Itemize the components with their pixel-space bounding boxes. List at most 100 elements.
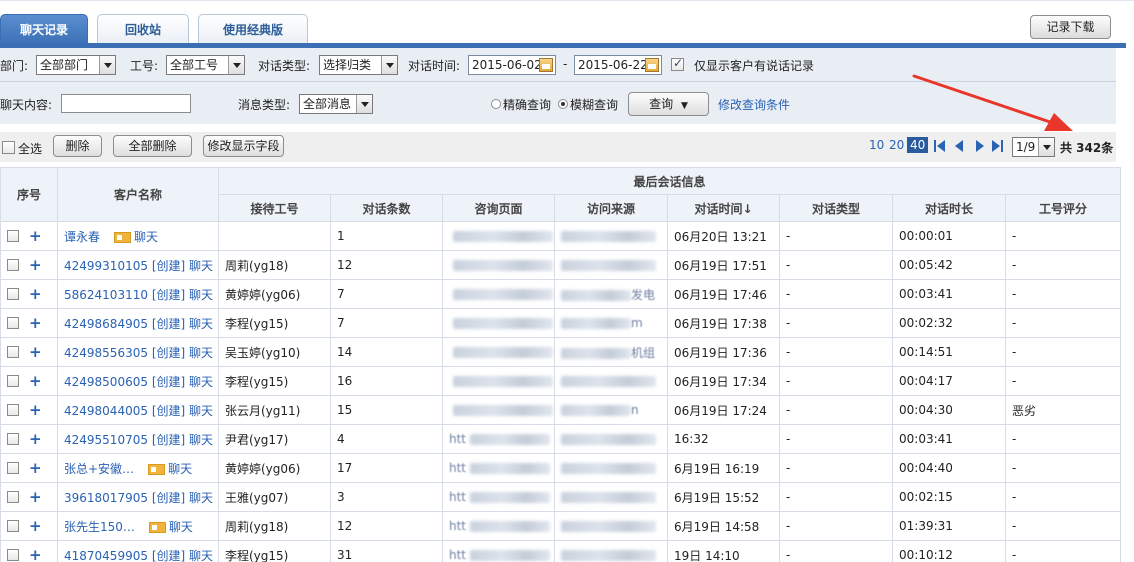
modify-fields-button[interactable]: 修改显示字段 (203, 135, 284, 157)
table-row[interactable]: +42495510705 [创建] 聊天 尹君(yg17) 4 htt 16:32 -00… (0, 424, 1122, 454)
chat-link[interactable]: 聊天 (189, 288, 213, 302)
customer-name-link[interactable]: 42495510705 (64, 433, 148, 447)
delete-button[interactable]: 删除 (53, 135, 102, 157)
expand-plus-icon[interactable]: + (29, 372, 42, 390)
first-page-icon[interactable] (934, 140, 946, 152)
download-records-button[interactable]: 记录下载 (1030, 15, 1111, 39)
last-page-icon[interactable] (992, 140, 1004, 152)
row-checkbox[interactable] (7, 549, 19, 561)
customer-name-link[interactable]: 41870459905 (64, 549, 148, 562)
table-row[interactable]: + 张先生150… 聊天 周莉(yg18) 12 htt 6月19日 14:58 -01:39… (0, 511, 1122, 541)
header-source[interactable]: 访问来源 (554, 194, 668, 222)
customer-name-link[interactable]: 张先生150… (64, 520, 135, 534)
tab-chat-records[interactable]: 聊天记录 (0, 14, 88, 45)
prev-page-icon[interactable] (953, 140, 965, 152)
page-cell[interactable]: htt (442, 511, 555, 541)
date-to-input[interactable]: 2015-06-22 (574, 55, 662, 75)
fuzzy-query-radio[interactable] (558, 99, 568, 109)
customer-name-link[interactable]: 张总+安徽… (64, 462, 134, 476)
table-row[interactable]: +39618017905 [创建] 聊天 王雅(yg07) 3 htt 6月19日 15… (0, 482, 1122, 512)
chat-link[interactable]: 聊天 (189, 549, 213, 562)
table-row[interactable]: +42498500605 [创建] 聊天 李程(yg15) 16 06月19日 17:… (0, 366, 1122, 396)
create-link[interactable]: [创建] (152, 433, 185, 447)
source-cell[interactable]: 机组 (554, 337, 668, 367)
chat-link[interactable]: 聊天 (189, 346, 213, 360)
chat-link[interactable]: 聊天 (189, 375, 213, 389)
create-link[interactable]: [创建] (152, 288, 185, 302)
tab-classic-version[interactable]: 使用经典版 (198, 14, 308, 45)
customer-name-link[interactable]: 42498500605 (64, 375, 148, 389)
create-link[interactable]: [创建] (152, 375, 185, 389)
source-cell[interactable] (554, 221, 668, 251)
page-cell[interactable]: htt (442, 453, 555, 483)
query-button[interactable]: 查询 ▼ (628, 92, 709, 116)
expand-plus-icon[interactable]: + (29, 256, 42, 274)
page-select[interactable]: 1/9 (1012, 137, 1055, 157)
header-page[interactable]: 咨询页面 (442, 194, 555, 222)
date-from-input[interactable]: 2015-06-02 (468, 55, 556, 75)
expand-plus-icon[interactable]: + (29, 517, 42, 535)
page-cell[interactable] (442, 221, 555, 251)
expand-plus-icon[interactable]: + (29, 285, 42, 303)
exact-query-radio[interactable] (491, 99, 501, 109)
source-cell[interactable] (554, 482, 668, 512)
source-cell[interactable] (554, 366, 668, 396)
header-customer[interactable]: 客户名称 (57, 167, 219, 222)
header-type[interactable]: 对话类型 (779, 194, 893, 222)
source-cell[interactable] (554, 250, 668, 280)
msgtype-select[interactable]: 全部消息 (299, 94, 373, 114)
table-row[interactable]: +42498044005 [创建] 聊天 张云月(yg11) 15 n 06月19日 1… (0, 395, 1122, 425)
source-cell[interactable]: m (554, 308, 668, 338)
table-row[interactable]: +42498556305 [创建] 聊天 吴玉婷(yg10) 14 机组 06月19日 … (0, 337, 1122, 367)
table-row[interactable]: + 张总+安徽… 聊天 黄婷婷(yg06) 17 htt 6月19日 16:19 -00:04… (0, 453, 1122, 483)
header-rating[interactable]: 工号评分 (1004, 194, 1122, 222)
row-checkbox[interactable] (7, 491, 19, 503)
header-time[interactable]: 对话时间↓ (667, 194, 780, 222)
row-checkbox[interactable] (7, 520, 19, 532)
header-count[interactable]: 对话条数 (330, 194, 443, 222)
table-row[interactable]: +41870459905 [创建] 聊天 李程(yg15) 31 htt 19日 14:… (0, 540, 1122, 562)
page-cell[interactable]: htt (442, 482, 555, 512)
page-size-40[interactable]: 40 (907, 137, 929, 153)
chat-content-input[interactable] (61, 94, 191, 113)
expand-plus-icon[interactable]: + (29, 401, 42, 419)
expand-plus-icon[interactable]: + (29, 343, 42, 361)
source-cell[interactable] (554, 540, 668, 562)
customer-name-link[interactable]: 58624103110 (64, 288, 148, 302)
expand-plus-icon[interactable]: + (29, 227, 42, 245)
header-duration[interactable]: 对话时长 (892, 194, 1006, 222)
create-link[interactable]: [创建] (152, 549, 185, 562)
chat-link[interactable]: 聊天 (189, 259, 213, 273)
source-cell[interactable]: n (554, 395, 668, 425)
create-link[interactable]: [创建] (152, 317, 185, 331)
calendar-icon[interactable] (539, 58, 553, 72)
calendar-icon[interactable] (645, 58, 659, 72)
page-cell[interactable] (442, 366, 555, 396)
page-cell[interactable] (442, 337, 555, 367)
expand-plus-icon[interactable]: + (29, 314, 42, 332)
customer-name-link[interactable]: 39618017905 (64, 491, 148, 505)
row-checkbox[interactable] (7, 288, 19, 300)
customer-name-link[interactable]: 42498044005 (64, 404, 148, 418)
chat-link[interactable]: 聊天 (169, 520, 193, 534)
page-cell[interactable]: htt (442, 540, 555, 562)
chat-link[interactable]: 聊天 (168, 462, 192, 476)
page-cell[interactable] (442, 308, 555, 338)
chat-link[interactable]: 聊天 (189, 433, 213, 447)
customer-name-link[interactable]: 42498556305 (64, 346, 148, 360)
expand-plus-icon[interactable]: + (29, 430, 42, 448)
customer-name-link[interactable]: 42499310105 (64, 259, 148, 273)
row-checkbox[interactable] (7, 433, 19, 445)
only-customer-checkbox[interactable] (671, 56, 684, 71)
create-link[interactable]: [创建] (152, 346, 185, 360)
chat-link[interactable]: 聊天 (134, 230, 158, 244)
chat-link[interactable]: 聊天 (189, 491, 213, 505)
page-cell[interactable] (442, 279, 555, 309)
create-link[interactable]: [创建] (152, 404, 185, 418)
page-size-10[interactable]: 10 (869, 138, 884, 152)
page-cell[interactable] (442, 250, 555, 280)
row-checkbox[interactable] (7, 317, 19, 329)
staff-select[interactable]: 全部工号 (166, 55, 245, 75)
tab-recycle-bin[interactable]: 回收站 (97, 14, 189, 45)
customer-name-link[interactable]: 42498684905 (64, 317, 148, 331)
